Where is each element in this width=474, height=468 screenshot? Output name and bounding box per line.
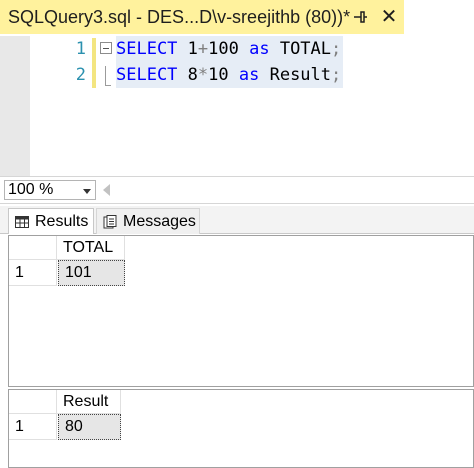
code-token: 10 [208,65,239,85]
code-line-1[interactable]: SELECT 1+100 as TOTAL; [116,36,344,62]
query-editor[interactable]: 1 SELECT 1+100 as TOTAL; 2 SELECT 8*10 a… [0,36,474,176]
line-number: 2 [75,65,86,85]
chevron-down-icon [83,189,91,194]
code-token: 8 [177,65,198,85]
code-token: + [197,39,209,59]
grid-cell-total[interactable]: 101 [58,260,125,286]
row-number[interactable]: 1 [9,414,57,440]
outline-end [105,85,111,86]
zoom-bar: 100 % [0,176,474,204]
tab-results-label: Results [35,212,89,230]
code-token: SELECT [116,39,178,59]
code-token: Result [259,65,332,85]
grid-cell-result[interactable]: 80 [58,414,121,440]
results-tab-strip: Results Messages [0,206,474,234]
grid-corner[interactable] [9,390,57,414]
tab-messages-label: Messages [123,212,196,230]
outline-line [105,66,106,86]
code-token: TOTAL [269,39,332,59]
line-number: 1 [75,39,86,59]
code-token: ; [331,39,342,59]
divider [0,203,474,204]
code-token: 1 [177,39,198,59]
scroll-left-icon[interactable] [103,184,110,196]
zoom-value: 100 % [8,181,54,198]
code-token: * [197,65,209,85]
results-grid-2[interactable]: Result 1 80 [8,389,474,468]
column-header-total[interactable]: TOTAL [57,236,125,260]
code-token: as [249,39,270,59]
code-token: SELECT [116,65,178,85]
column-header-result[interactable]: Result [57,390,121,414]
change-tracking-bar [92,38,96,88]
zoom-dropdown[interactable]: 100 % [4,180,96,200]
grid-icon [15,215,29,229]
code-token: 100 [208,39,250,59]
code-line-2[interactable]: SELECT 8*10 as Result; [116,62,344,88]
messages-icon [103,214,117,229]
collapse-icon[interactable] [100,42,112,54]
editor-margin [0,36,30,176]
tab-results[interactable]: Results [8,208,94,234]
row-number[interactable]: 1 [9,260,57,286]
close-icon[interactable]: ✕ [378,6,400,28]
grid-corner[interactable] [9,236,57,260]
tab-messages[interactable]: Messages [96,208,200,234]
code-token: ; [331,65,342,85]
pin-icon[interactable] [350,6,370,28]
query-document-tab[interactable]: SQLQuery3.sql - DES...D\v-sreejithb (80)… [0,0,404,34]
document-tab-bar: SQLQuery3.sql - DES...D\v-sreejithb (80)… [0,0,474,36]
tab-title: SQLQuery3.sql - DES...D\v-sreejithb (80)… [8,6,351,27]
code-token: as [238,65,260,85]
results-grid-1[interactable]: TOTAL 1 101 [8,235,474,387]
